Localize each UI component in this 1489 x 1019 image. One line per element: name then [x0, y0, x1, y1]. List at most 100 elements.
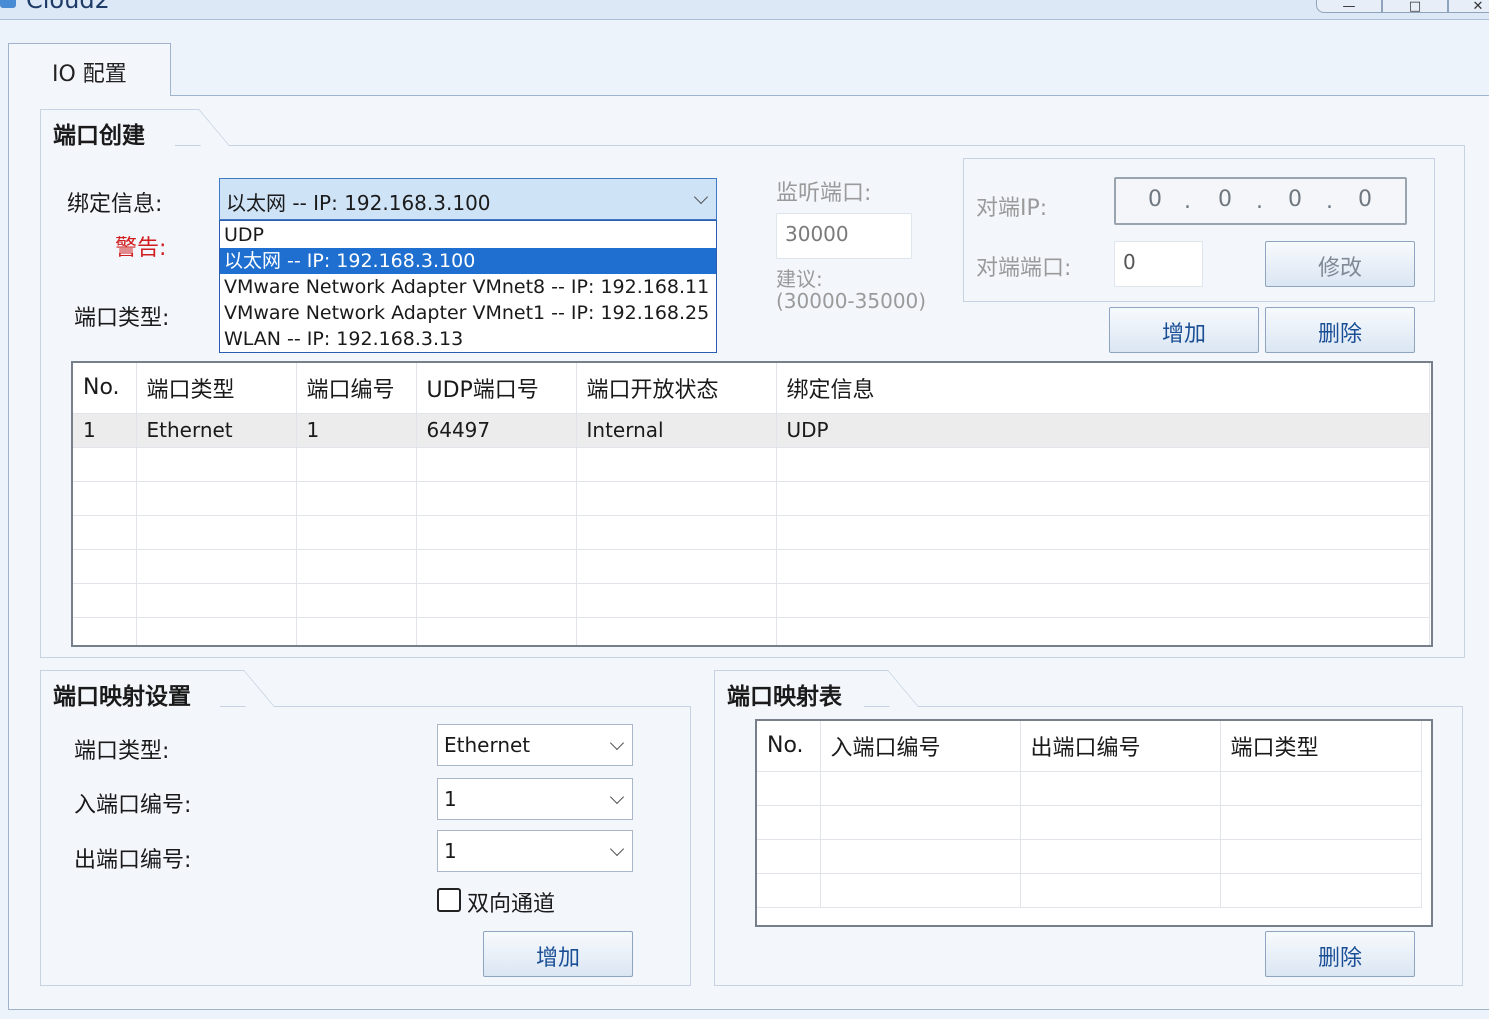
modify-button-label: 修改 [1317, 256, 1362, 281]
table-cell: Internal [576, 413, 777, 448]
col-header[interactable]: UDP端口号 [416, 363, 577, 414]
cloud-app-icon [0, 0, 16, 8]
peer-port-input[interactable]: 0 [1114, 241, 1203, 287]
add-mapping-button-label: 增加 [535, 946, 580, 971]
minimize-button[interactable]: — [1316, 0, 1382, 14]
dropdown-option[interactable]: VMware Network Adapter VMnet1 -- IP: 192… [220, 300, 716, 326]
maximize-button[interactable]: □ [1382, 0, 1448, 14]
table-cell: 64497 [416, 413, 577, 448]
table-cell: 1 [73, 413, 137, 448]
table-cell: 1 [296, 413, 417, 448]
chevron-down-icon [693, 189, 709, 205]
empty-row [73, 617, 1430, 645]
empty-row [73, 549, 1430, 584]
add-port-button[interactable]: 增加 [1109, 307, 1259, 353]
empty-row [73, 447, 1430, 482]
map-port-type-value: Ethernet [444, 733, 531, 757]
ip-octet-1: 0 [1148, 187, 1162, 212]
close-icon: ✕ [1472, 0, 1484, 14]
port-type-label: 端口类型: [74, 306, 170, 331]
ip-dot: . [1256, 189, 1263, 214]
out-port-select[interactable]: 1 [437, 830, 633, 872]
warning-label: 警告: [115, 236, 167, 261]
chevron-down-icon [609, 789, 625, 805]
port-table-header: No. 端口类型 端口编号 UDP端口号 端口开放状态 绑定信息 [73, 363, 1430, 414]
peer-port-value: 0 [1123, 250, 1136, 274]
window-title: Cloud2 [26, 0, 110, 14]
col-header[interactable]: 出端口编号 [1020, 721, 1221, 772]
tab-label: IO 配置 [52, 62, 127, 87]
in-port-label: 入端口编号: [74, 793, 192, 818]
dropdown-option[interactable]: UDP [220, 222, 716, 248]
minimize-icon: — [1342, 0, 1356, 14]
empty-row [73, 583, 1430, 618]
delete-mapping-button-label: 删除 [1317, 946, 1362, 971]
title-bar: Cloud2 [0, 0, 1489, 20]
map-port-type-select[interactable]: Ethernet [437, 724, 633, 766]
col-header[interactable]: 端口编号 [296, 363, 417, 414]
delete-mapping-button[interactable]: 删除 [1265, 931, 1415, 977]
col-header[interactable]: 端口开放状态 [576, 363, 777, 414]
empty-row [757, 805, 1422, 840]
empty-row [73, 515, 1430, 550]
empty-row [757, 771, 1422, 806]
port-map-table-tab: 端口映射表 [714, 670, 864, 710]
col-header[interactable]: 端口类型 [136, 363, 297, 414]
modify-button[interactable]: 修改 [1265, 241, 1415, 287]
map-port-type-label: 端口类型: [74, 739, 170, 764]
close-button[interactable]: ✕ [1448, 0, 1489, 14]
dropdown-option[interactable]: VMware Network Adapter VMnet8 -- IP: 192… [220, 274, 716, 300]
out-port-label: 出端口编号: [74, 848, 192, 873]
table-cell: Ethernet [136, 413, 297, 448]
add-port-button-label: 增加 [1161, 322, 1206, 347]
peer-ip-input[interactable]: 0 . 0 . 0 . 0 [1114, 177, 1407, 225]
bidirectional-checkbox[interactable] [437, 888, 461, 912]
col-header[interactable]: No. [757, 721, 821, 772]
peer-ip-label: 对端IP: [976, 196, 1048, 221]
delete-port-button[interactable]: 删除 [1265, 307, 1415, 353]
chevron-down-icon [609, 735, 625, 751]
col-header[interactable]: 绑定信息 [776, 363, 1430, 414]
listen-port-value: 30000 [785, 222, 849, 246]
maximize-icon: □ [1408, 0, 1422, 14]
col-header[interactable]: 端口类型 [1220, 721, 1422, 772]
dropdown-option[interactable]: WLAN -- IP: 192.168.3.13 [220, 326, 716, 352]
listen-port-label: 监听端口: [776, 181, 872, 206]
port-map-table-title: 端口映射表 [727, 684, 842, 710]
bind-info-label: 绑定信息: [67, 192, 163, 217]
table-row[interactable]: 1 Ethernet 1 64497 Internal UDP [73, 413, 1430, 448]
port-table: No. 端口类型 端口编号 UDP端口号 端口开放状态 绑定信息 1 Ether… [71, 361, 1433, 647]
bidirectional-label: 双向通道 [467, 892, 556, 917]
col-header[interactable]: No. [73, 363, 137, 414]
peer-port-label: 对端端口: [976, 256, 1072, 281]
dropdown-option-selected[interactable]: 以太网 -- IP: 192.168.3.100 [220, 248, 716, 274]
in-port-select[interactable]: 1 [437, 778, 633, 820]
ip-dot: . [1184, 189, 1191, 214]
delete-port-button-label: 删除 [1317, 322, 1362, 347]
empty-row [757, 839, 1422, 874]
port-map-settings-title: 端口映射设置 [53, 684, 191, 710]
empty-row [757, 873, 1422, 908]
port-create-title: 端口创建 [53, 123, 145, 149]
port-map-table-header: No. 入端口编号 出端口编号 端口类型 [757, 721, 1422, 772]
ip-dot: . [1326, 189, 1333, 214]
ip-octet-3: 0 [1288, 187, 1302, 212]
suggest-label: 建议: [776, 267, 823, 291]
suggest-range: (30000-35000) [776, 289, 927, 313]
col-header[interactable]: 入端口编号 [820, 721, 1021, 772]
port-create-tab: 端口创建 [40, 109, 175, 149]
ip-octet-4: 0 [1358, 187, 1372, 212]
listen-port-input[interactable]: 30000 [776, 213, 912, 259]
table-cell: UDP [776, 413, 1430, 448]
tab-io-config[interactable]: IO 配置 [8, 43, 171, 96]
chevron-down-icon [609, 841, 625, 857]
bind-info-dropdown-list: UDP 以太网 -- IP: 192.168.3.100 VMware Netw… [219, 220, 717, 353]
ip-octet-2: 0 [1218, 187, 1232, 212]
port-map-settings-tab: 端口映射设置 [40, 670, 220, 710]
bind-info-value: 以太网 -- IP: 192.168.3.100 [226, 191, 491, 215]
empty-row [73, 481, 1430, 516]
out-port-value: 1 [444, 839, 457, 863]
bind-info-select[interactable]: 以太网 -- IP: 192.168.3.100 [219, 178, 717, 220]
port-map-table: No. 入端口编号 出端口编号 端口类型 [755, 719, 1433, 927]
add-mapping-button[interactable]: 增加 [483, 931, 633, 977]
